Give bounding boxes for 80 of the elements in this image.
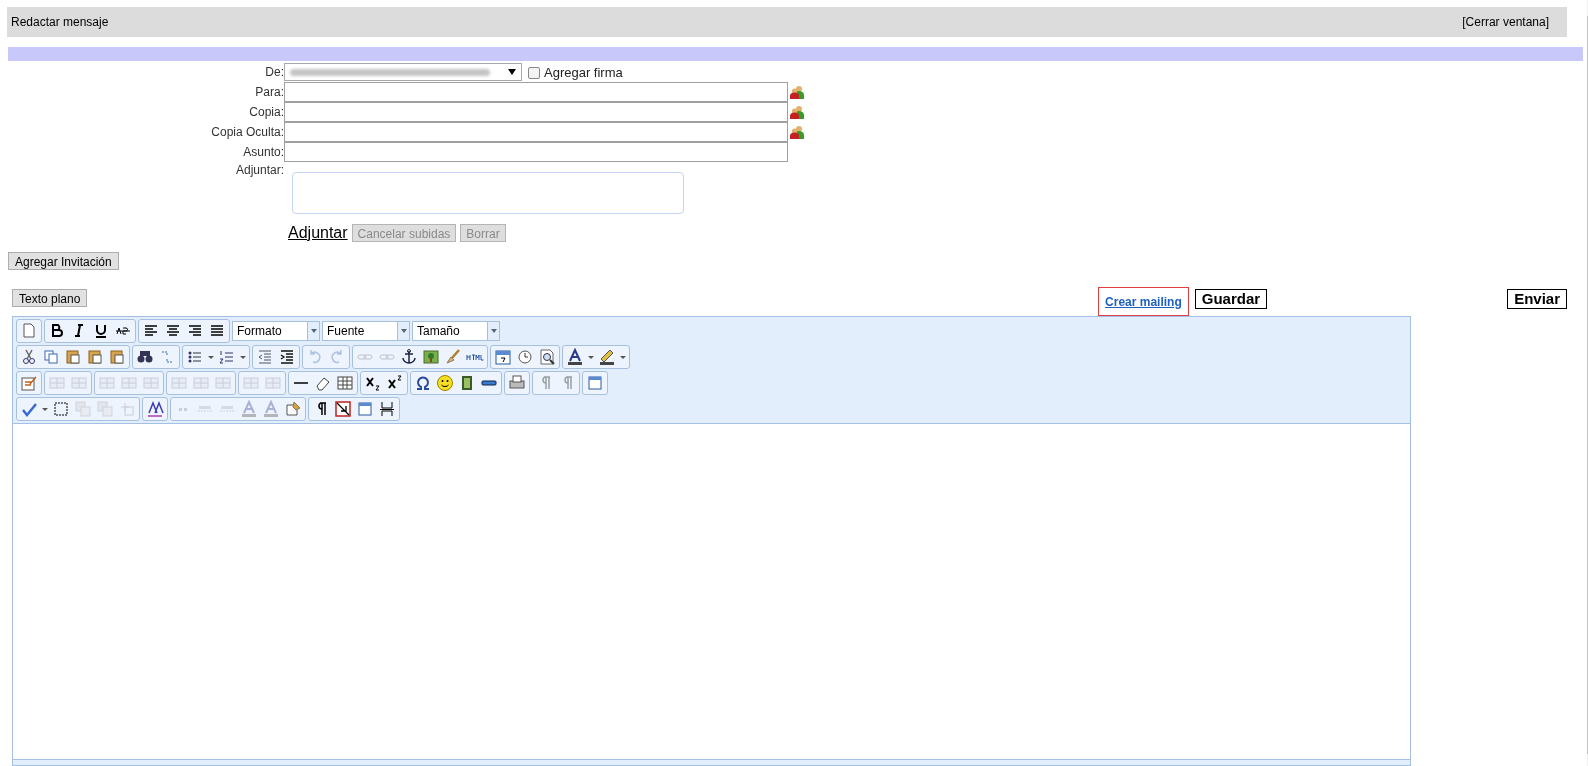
copy-icon [42, 348, 60, 366]
highlight-icon [598, 348, 616, 366]
toolbar-select[interactable]: Formato [232, 321, 320, 341]
image-icon [422, 348, 440, 366]
text-field[interactable] [284, 82, 788, 102]
field-label: Copia: [248, 104, 284, 121]
outdent-icon [256, 348, 274, 366]
table-cell-icon [48, 374, 66, 392]
mailing-link[interactable]: Crear mailing [1105, 292, 1182, 311]
window-icon [356, 400, 374, 418]
omega-icon [414, 374, 432, 392]
attach-link[interactable]: Adjuntar [288, 224, 348, 242]
pagebreak-icon [378, 400, 396, 418]
caret-icon [42, 407, 48, 411]
cut-icon [20, 348, 38, 366]
field-label: Adjuntar: [234, 162, 284, 179]
table-cell-icon [214, 374, 232, 392]
select-value: Formato [237, 323, 282, 340]
text-field[interactable] [284, 122, 788, 142]
caret-icon [508, 69, 516, 75]
select-value: Fuente [327, 323, 365, 340]
paste-icon [64, 348, 82, 366]
caret-icon [620, 355, 626, 359]
sender-select[interactable] [284, 63, 522, 81]
close-link[interactable]: [Cerrar ventana] [1462, 13, 1549, 31]
table-cell-icon [170, 374, 188, 392]
nonbreak-icon [334, 400, 352, 418]
attributes-icon [284, 400, 302, 418]
table-cell-icon [142, 374, 160, 392]
checkbox-label: Agregar firma [544, 64, 623, 83]
caret-icon [208, 355, 214, 359]
toolbar-select[interactable]: Fuente [322, 321, 410, 341]
caret-icon [240, 355, 246, 359]
contacts-icon[interactable] [790, 125, 804, 139]
table-cell-icon [264, 374, 282, 392]
indent-icon [278, 348, 296, 366]
layers-icon [74, 400, 92, 418]
layers-icon [96, 400, 114, 418]
numbers-icon [218, 348, 236, 366]
paste-icon [108, 348, 126, 366]
signature-checkbox[interactable] [528, 67, 540, 79]
invite-button[interactable]: Agregar Invitación [8, 252, 119, 270]
table-cell-icon [70, 374, 88, 392]
text-color-icon [262, 400, 280, 418]
calendar-icon [494, 348, 512, 366]
caret-icon [400, 329, 407, 333]
plus-icon [118, 400, 136, 418]
text-field[interactable] [284, 102, 788, 122]
field-label: Asunto: [242, 144, 284, 161]
send-button[interactable]: Enviar [1507, 289, 1567, 309]
anchor-icon [400, 348, 418, 366]
table-cell-icon [242, 374, 260, 392]
field-label: De: [264, 64, 284, 81]
table-cell-icon [98, 374, 116, 392]
table-icon [336, 374, 354, 392]
table-cell-icon [120, 374, 138, 392]
select-value: Tamaño [417, 323, 460, 340]
smiley-icon [436, 374, 454, 392]
contacts-icon[interactable] [790, 105, 804, 119]
rule-icon [294, 382, 308, 384]
caret-icon [490, 329, 497, 333]
caret-icon [588, 355, 594, 359]
brush-icon [444, 348, 462, 366]
contacts-icon[interactable] [790, 85, 804, 99]
text-field[interactable] [284, 142, 788, 162]
field-label: Copia Oculta: [210, 124, 284, 141]
save-button[interactable]: Guardar [1194, 289, 1268, 309]
text-color-icon [566, 348, 584, 366]
paste-icon [86, 348, 104, 366]
text-color-icon [240, 400, 258, 418]
plain-text-button[interactable]: Texto plano [12, 289, 88, 307]
preview-icon [538, 348, 556, 366]
window-title: Redactar mensaje [11, 14, 109, 31]
table-cell-icon [192, 374, 210, 392]
field-label: Para: [254, 84, 284, 101]
frame-icon [52, 400, 70, 418]
clock-icon [516, 348, 534, 366]
toolbar-button[interactable] [332, 398, 354, 420]
caret-icon [310, 329, 317, 333]
toolbar-select[interactable]: Tamaño [412, 321, 500, 341]
